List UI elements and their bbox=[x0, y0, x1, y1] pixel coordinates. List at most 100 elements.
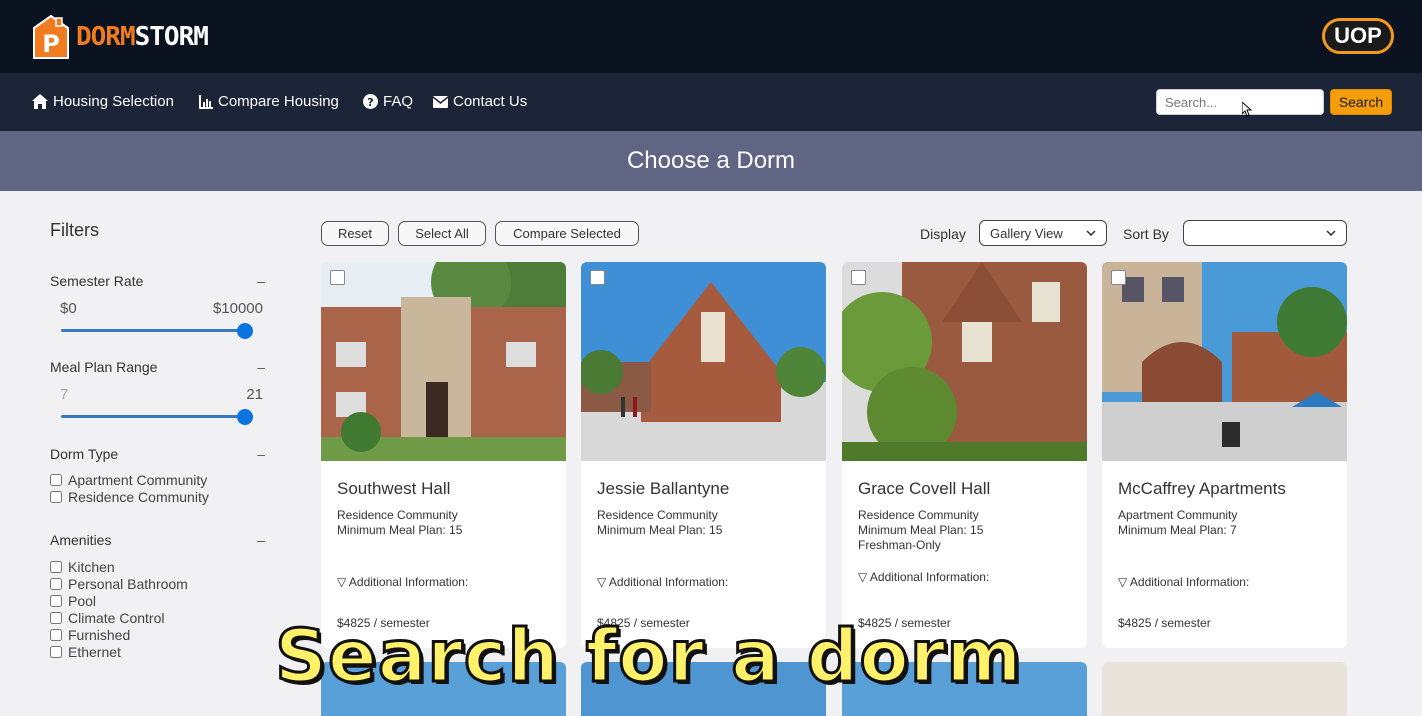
dorm-type-option[interactable]: Apartment Community bbox=[50, 471, 265, 488]
dorm-photo bbox=[842, 262, 1087, 461]
dorm-extra: Freshman-Only bbox=[858, 538, 941, 552]
amenity-option[interactable]: Pool bbox=[50, 592, 265, 609]
dorm-name: Southwest Hall bbox=[337, 479, 451, 498]
nav-label: FAQ bbox=[383, 93, 414, 110]
amenity-option[interactable]: Climate Control bbox=[50, 609, 265, 626]
chart-icon bbox=[199, 94, 213, 109]
slider-track bbox=[61, 329, 245, 332]
range-max: 21 bbox=[246, 386, 263, 403]
semester-rate-section: Semester Rate – $0 $10000 bbox=[50, 273, 265, 339]
card-checkbox[interactable] bbox=[330, 270, 345, 285]
collapse-icon[interactable]: – bbox=[257, 359, 265, 375]
dorm-name: Grace Covell Hall bbox=[858, 479, 991, 498]
meal-plan-slider[interactable] bbox=[61, 409, 253, 425]
semester-rate-slider[interactable] bbox=[61, 323, 253, 339]
range-max: $10000 bbox=[212, 300, 263, 317]
slider-thumb[interactable] bbox=[237, 409, 253, 425]
envelope-icon bbox=[433, 95, 448, 108]
card-checkbox[interactable] bbox=[590, 270, 605, 285]
dorm-card[interactable]: Southwest Hall Residence Community Minim… bbox=[321, 262, 566, 648]
dorm-meta: Residence Community Minimum Meal Plan: 1… bbox=[597, 508, 722, 538]
meal-plan-section: Meal Plan Range – 7 21 bbox=[50, 359, 265, 425]
home-icon bbox=[32, 94, 48, 109]
search-button[interactable]: Search bbox=[1330, 89, 1392, 115]
collapse-icon[interactable]: – bbox=[257, 273, 265, 289]
checkbox[interactable] bbox=[50, 577, 62, 590]
dorm-type: Residence Community bbox=[858, 508, 979, 522]
dorm-card[interactable]: Grace Covell Hall Residence Community Mi… bbox=[842, 262, 1087, 648]
sort-by-label: Sort By bbox=[1123, 226, 1169, 242]
dorm-type: Apartment Community bbox=[1118, 508, 1238, 522]
dorm-meta: Apartment Community Minimum Meal Plan: 7 bbox=[1118, 508, 1237, 538]
checkbox[interactable] bbox=[50, 594, 62, 607]
amenity-option[interactable]: Kitchen bbox=[50, 558, 265, 575]
additional-info-toggle[interactable]: ▽ Additional Information: bbox=[1118, 575, 1249, 589]
checkbox[interactable] bbox=[50, 560, 62, 573]
checkbox[interactable] bbox=[50, 645, 62, 658]
nav-housing-selection[interactable]: Housing Selection bbox=[32, 93, 174, 110]
sort-select[interactable] bbox=[1183, 220, 1347, 246]
meal-plan: Minimum Meal Plan: 15 bbox=[597, 523, 723, 537]
nav-faq[interactable]: ? FAQ bbox=[363, 93, 413, 110]
filters-title: Filters bbox=[50, 220, 99, 240]
nav-compare-housing[interactable]: Compare Housing bbox=[199, 93, 339, 110]
mouse-cursor-icon bbox=[1242, 102, 1252, 117]
filters-panel: Filters Semester Rate – $0 $10000 Meal Pla… bbox=[50, 220, 265, 660]
logo[interactable]: P DORMSTORM bbox=[30, 14, 209, 60]
dorm-meta: Residence Community Minimum Meal Plan: 1… bbox=[337, 508, 462, 538]
dorm-card[interactable]: McCaffrey Apartments Apartment Community… bbox=[1102, 262, 1347, 648]
nav-label: Compare Housing bbox=[218, 93, 339, 110]
brand-part-2: STORM bbox=[134, 22, 209, 52]
checkbox[interactable] bbox=[50, 611, 62, 624]
slider-track bbox=[61, 415, 245, 418]
additional-info-toggle[interactable]: ▽ Additional Information: bbox=[597, 575, 728, 589]
nav-label: Housing Selection bbox=[53, 93, 174, 110]
amenity-option[interactable]: Personal Bathroom bbox=[50, 575, 265, 592]
amenities-section: Amenities – Kitchen Personal Bathroom Poo… bbox=[50, 532, 265, 660]
range-min: $0 bbox=[60, 300, 77, 317]
option-label: Apartment Community bbox=[68, 471, 208, 488]
amenity-option[interactable]: Furnished bbox=[50, 626, 265, 643]
display-select[interactable]: Gallery View bbox=[979, 220, 1107, 246]
card-checkbox[interactable] bbox=[1111, 270, 1126, 285]
option-label: Climate Control bbox=[68, 609, 165, 626]
dorm-photo bbox=[581, 262, 826, 461]
logo-letter: P bbox=[42, 30, 60, 58]
meal-plan: Minimum Meal Plan: 7 bbox=[1118, 523, 1237, 537]
collapse-icon[interactable]: – bbox=[257, 446, 265, 462]
compare-selected-button[interactable]: Compare Selected bbox=[495, 221, 639, 246]
card-checkbox[interactable] bbox=[851, 270, 866, 285]
checkbox[interactable] bbox=[50, 473, 62, 486]
collapse-icon[interactable]: – bbox=[257, 532, 265, 548]
page-title: Choose a Dorm bbox=[626, 147, 796, 174]
option-label: Ethernet bbox=[68, 643, 121, 660]
reset-button[interactable]: Reset bbox=[321, 221, 389, 246]
video-caption: Search for a dorm bbox=[274, 613, 1023, 700]
search-input[interactable] bbox=[1156, 89, 1324, 115]
meal-plan-label: Meal Plan Range bbox=[50, 359, 158, 375]
dorm-name: Jessie Ballantyne bbox=[597, 479, 730, 498]
brand-name: DORMSTORM bbox=[76, 22, 209, 52]
page-banner: Choose a Dorm bbox=[0, 131, 1422, 191]
dorm-type-section: Dorm Type – Apartment Community Residence… bbox=[50, 446, 265, 505]
display-label: Display bbox=[920, 226, 966, 242]
dorm-name: McCaffrey Apartments bbox=[1118, 479, 1286, 498]
dorm-type: Residence Community bbox=[597, 508, 718, 522]
checkbox[interactable] bbox=[50, 490, 62, 503]
amenity-option[interactable]: Ethernet bbox=[50, 643, 265, 660]
chevron-down-icon bbox=[1326, 230, 1336, 236]
dorm-photo bbox=[1102, 262, 1347, 461]
dorm-card[interactable]: Jessie Ballantyne Residence Community Mi… bbox=[581, 262, 826, 648]
additional-info-toggle[interactable]: ▽ Additional Information: bbox=[858, 570, 989, 584]
nav-contact-us[interactable]: Contact Us bbox=[433, 93, 527, 110]
slider-thumb[interactable] bbox=[237, 323, 253, 339]
uop-badge[interactable]: UOP bbox=[1322, 18, 1394, 54]
option-label: Furnished bbox=[68, 626, 131, 643]
select-all-button[interactable]: Select All bbox=[398, 221, 486, 246]
dorm-type-option[interactable]: Residence Community bbox=[50, 488, 265, 505]
checkbox[interactable] bbox=[50, 628, 62, 641]
additional-info-toggle[interactable]: ▽ Additional Information: bbox=[337, 575, 468, 589]
brand-part-1: DORM bbox=[76, 22, 136, 52]
question-icon: ? bbox=[363, 94, 378, 109]
range-min: 7 bbox=[60, 386, 69, 403]
